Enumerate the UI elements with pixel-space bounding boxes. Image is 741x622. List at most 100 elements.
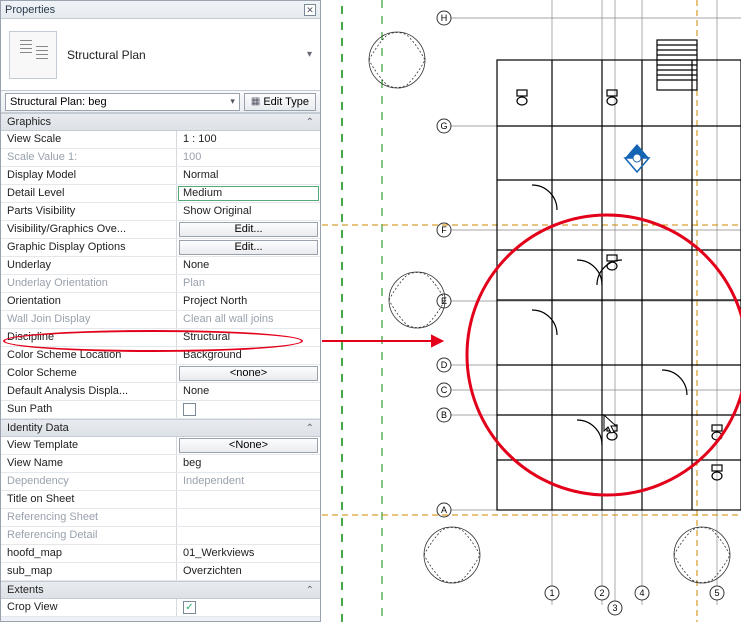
type-selector[interactable]: Structural Plan ▾ <box>1 19 320 91</box>
prop-value[interactable]: Medium <box>178 186 319 201</box>
prop-view-template[interactable]: View Template <None> <box>1 437 320 455</box>
prop-label: Discipline <box>1 329 177 346</box>
view-template-button[interactable]: <None> <box>179 438 318 453</box>
prop-vg-overrides[interactable]: Visibility/Graphics Ove... Edit... <box>1 221 320 239</box>
grid-bubble: 5 <box>714 588 719 598</box>
instance-combo[interactable]: Structural Plan: beg ▾ <box>5 93 240 111</box>
edit-button[interactable]: Edit... <box>179 222 318 237</box>
edit-type-button[interactable]: ▦ Edit Type <box>244 93 316 111</box>
prop-value[interactable]: beg <box>177 455 320 472</box>
section-marker-icon <box>625 144 649 172</box>
prop-value[interactable] <box>177 491 320 508</box>
grid-bubble: G <box>440 121 447 131</box>
prop-label: Crop View <box>1 599 177 616</box>
edit-button[interactable]: Edit... <box>179 240 318 255</box>
instance-name: Structural Plan: beg <box>10 96 107 108</box>
prop-label: View Template <box>1 437 177 454</box>
prop-sub-map[interactable]: sub_map Overzichten <box>1 563 320 581</box>
prop-value[interactable]: Background <box>177 347 320 364</box>
prop-parts-visibility[interactable]: Parts Visibility Show Original <box>1 203 320 221</box>
prop-label: Underlay Orientation <box>1 275 177 292</box>
prop-label: Referencing Sheet <box>1 509 177 526</box>
grid-bubble: A <box>441 505 447 515</box>
prop-label: Sun Path <box>1 401 177 418</box>
prop-value[interactable]: Show Original <box>177 203 320 220</box>
properties-panel: Properties ✕ Structural Plan ▾ Structura… <box>0 0 321 622</box>
prop-value[interactable]: Normal <box>177 167 320 184</box>
prop-label: Visibility/Graphics Ove... <box>1 221 177 238</box>
prop-referencing-detail: Referencing Detail <box>1 527 320 545</box>
panel-title: Properties <box>5 4 55 16</box>
prop-color-scheme-location[interactable]: Color Scheme Location Background <box>1 347 320 365</box>
group-label: Extents <box>7 584 44 596</box>
prop-label: View Name <box>1 455 177 472</box>
drawing-canvas[interactable]: A B C D E F G H 1 2 3 4 5 <box>322 0 741 622</box>
prop-label: Underlay <box>1 257 177 274</box>
prop-value[interactable] <box>177 401 320 418</box>
prop-graphic-display[interactable]: Graphic Display Options Edit... <box>1 239 320 257</box>
prop-value <box>177 509 320 526</box>
prop-value <box>177 527 320 544</box>
prop-value[interactable]: ✓ <box>177 599 320 616</box>
prop-label: Referencing Detail <box>1 527 177 544</box>
prop-display-model[interactable]: Display Model Normal <box>1 167 320 185</box>
identity-group: View Template <None> View Name beg Depen… <box>1 437 320 581</box>
prop-title-on-sheet[interactable]: Title on Sheet <box>1 491 320 509</box>
prop-value: Plan <box>177 275 320 292</box>
prop-color-scheme[interactable]: Color Scheme <none> <box>1 365 320 383</box>
prop-value: Clean all wall joins <box>177 311 320 328</box>
floor-plan-svg: A B C D E F G H 1 2 3 4 5 <box>322 0 741 622</box>
prop-dependency: Dependency Independent <box>1 473 320 491</box>
prop-label: Scale Value 1: <box>1 149 177 166</box>
group-header-extents[interactable]: Extents ⌃ <box>1 581 320 599</box>
prop-value[interactable]: Overzichten <box>177 563 320 580</box>
prop-crop-view[interactable]: Crop View ✓ <box>1 599 320 617</box>
prop-value: Independent <box>177 473 320 490</box>
prop-default-analysis[interactable]: Default Analysis Displa... None <box>1 383 320 401</box>
prop-value[interactable]: Project North <box>177 293 320 310</box>
grid-bubble: 2 <box>599 588 604 598</box>
prop-sun-path[interactable]: Sun Path <box>1 401 320 419</box>
prop-detail-level[interactable]: Detail Level Medium <box>1 185 320 203</box>
prop-hoofd-map[interactable]: hoofd_map 01_Werkviews <box>1 545 320 563</box>
chevron-down-icon[interactable]: ▾ <box>307 49 312 60</box>
graphics-group: View Scale 1 : 100 Scale Value 1: 100 Di… <box>1 131 320 419</box>
prop-value: 100 <box>177 149 320 166</box>
prop-value[interactable]: Structural <box>177 329 320 346</box>
prop-label: Graphic Display Options <box>1 239 177 256</box>
prop-view-scale[interactable]: View Scale 1 : 100 <box>1 131 320 149</box>
checkbox-checked[interactable]: ✓ <box>183 601 196 614</box>
collapse-icon: ⌃ <box>306 423 314 434</box>
panel-header: Properties ✕ <box>1 1 320 19</box>
group-header-graphics[interactable]: Graphics ⌃ <box>1 113 320 131</box>
prop-value[interactable]: None <box>177 257 320 274</box>
prop-view-name[interactable]: View Name beg <box>1 455 320 473</box>
prop-discipline[interactable]: Discipline Structural <box>1 329 320 347</box>
collapse-icon: ⌃ <box>306 585 314 596</box>
prop-value[interactable]: 01_Werkviews <box>177 545 320 562</box>
prop-underlay[interactable]: Underlay None <box>1 257 320 275</box>
annotation-circle-plan <box>467 215 741 495</box>
grid-bubble: 1 <box>549 588 554 598</box>
prop-value[interactable]: None <box>177 383 320 400</box>
prop-label: View Scale <box>1 131 177 148</box>
prop-scale-value: Scale Value 1: 100 <box>1 149 320 167</box>
prop-label: sub_map <box>1 563 177 580</box>
prop-orientation[interactable]: Orientation Project North <box>1 293 320 311</box>
prop-label: Wall Join Display <box>1 311 177 328</box>
close-icon[interactable]: ✕ <box>304 4 316 16</box>
checkbox[interactable] <box>183 403 196 416</box>
grid-bubble: B <box>441 410 447 420</box>
grid-bubble: D <box>441 360 448 370</box>
group-label: Identity Data <box>7 422 69 434</box>
grid-bubble: E <box>441 296 447 306</box>
cursor-icon <box>604 415 616 433</box>
prop-label: Default Analysis Displa... <box>1 383 177 400</box>
prop-label: Title on Sheet <box>1 491 177 508</box>
structural-plan-icon <box>9 31 57 79</box>
group-header-identity[interactable]: Identity Data ⌃ <box>1 419 320 437</box>
prop-label: Display Model <box>1 167 177 184</box>
color-scheme-button[interactable]: <none> <box>179 366 318 381</box>
prop-value[interactable]: 1 : 100 <box>177 131 320 148</box>
grid-bubble: F <box>441 225 447 235</box>
